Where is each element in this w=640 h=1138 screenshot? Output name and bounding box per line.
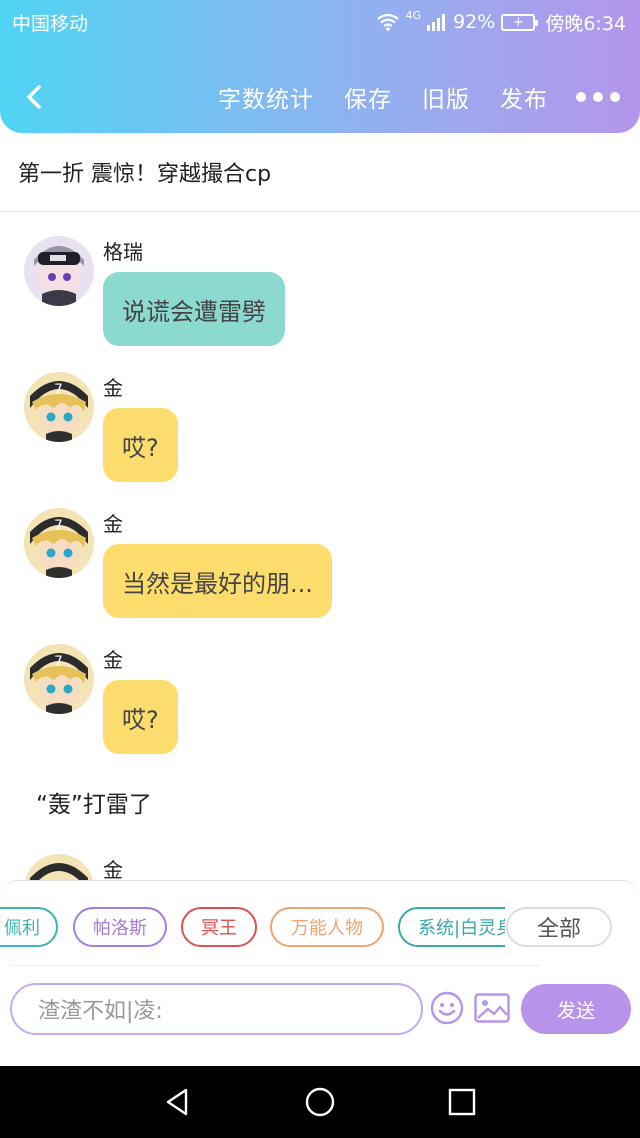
message-bubble[interactable]: 哎?: [103, 408, 178, 482]
message-input[interactable]: 渣渣不如|凌:: [10, 983, 423, 1035]
character-chips[interactable]: 佩利 帕洛斯 冥王 万能人物 系统|白灵身: [0, 907, 505, 949]
avatar[interactable]: [24, 236, 94, 306]
network-type: 4G: [405, 8, 422, 22]
sender-name: 金: [103, 858, 123, 882]
image-icon[interactable]: [474, 993, 510, 1023]
sender-name: 金: [103, 648, 123, 672]
more-dots-icon[interactable]: [576, 92, 620, 102]
character-chip[interactable]: 系统|白灵身: [398, 907, 505, 947]
sender-name: 格瑞: [103, 240, 143, 264]
character-chip[interactable]: 帕洛斯: [73, 907, 167, 947]
save-button[interactable]: 保存: [344, 80, 392, 114]
send-button[interactable]: 发送: [521, 984, 631, 1034]
character-chip[interactable]: 佩利: [0, 907, 58, 947]
sender-name: 金: [103, 376, 123, 400]
nav-home-icon[interactable]: [304, 1086, 336, 1118]
battery-percent: 92%: [453, 11, 496, 33]
all-characters-button[interactable]: 全部: [506, 907, 612, 947]
composer-panel: 佩利 帕洛斯 冥王 万能人物 系统|白灵身 全部 渣渣不如|凌: 发送: [0, 880, 640, 1038]
avatar[interactable]: 7: [24, 644, 94, 714]
message-feed[interactable]: 格瑞 说谎会遭雷劈 7 金 哎? 7 金 当然是最好的朋... 7 金 哎? “…: [0, 212, 640, 882]
wifi-icon: [376, 13, 399, 31]
old-version-button[interactable]: 旧版: [422, 80, 470, 114]
message-bubble[interactable]: 哎?: [103, 680, 178, 754]
divider: [10, 965, 540, 966]
chevron-left-icon[interactable]: [20, 82, 50, 112]
word-count-button[interactable]: 字数统计: [218, 80, 314, 114]
character-chip[interactable]: 万能人物: [270, 907, 384, 947]
carrier-label: 中国移动: [12, 12, 89, 35]
nav-bar: 字数统计 保存 旧版 发布: [0, 74, 640, 120]
signal-icon: [427, 14, 446, 31]
nav-back-icon[interactable]: [162, 1086, 194, 1118]
system-nav-bar: [0, 1066, 640, 1138]
narration-text[interactable]: “轰”打雷了: [36, 785, 152, 819]
avatar[interactable]: 7: [24, 372, 94, 442]
emoji-icon[interactable]: [430, 991, 464, 1025]
avatar[interactable]: [24, 854, 94, 882]
battery-icon: +: [501, 13, 539, 31]
clock: 傍晚6:34: [545, 12, 626, 35]
character-chip[interactable]: 冥王: [181, 907, 257, 947]
nav-recents-icon[interactable]: [446, 1086, 478, 1118]
publish-button[interactable]: 发布: [500, 80, 548, 114]
chapter-title[interactable]: 第一折 震惊！穿越撮合cp: [0, 133, 640, 212]
sender-name: 金: [103, 512, 123, 536]
app-header: 中国移动 4G 92% + 傍晚6:34 字数统计 保存 旧版 发布: [0, 0, 640, 133]
status-bar: 中国移动 4G 92% + 傍晚6:34: [12, 8, 626, 36]
avatar[interactable]: 7: [24, 508, 94, 578]
message-bubble[interactable]: 当然是最好的朋...: [103, 544, 332, 618]
message-bubble[interactable]: 说谎会遭雷劈: [103, 272, 285, 346]
